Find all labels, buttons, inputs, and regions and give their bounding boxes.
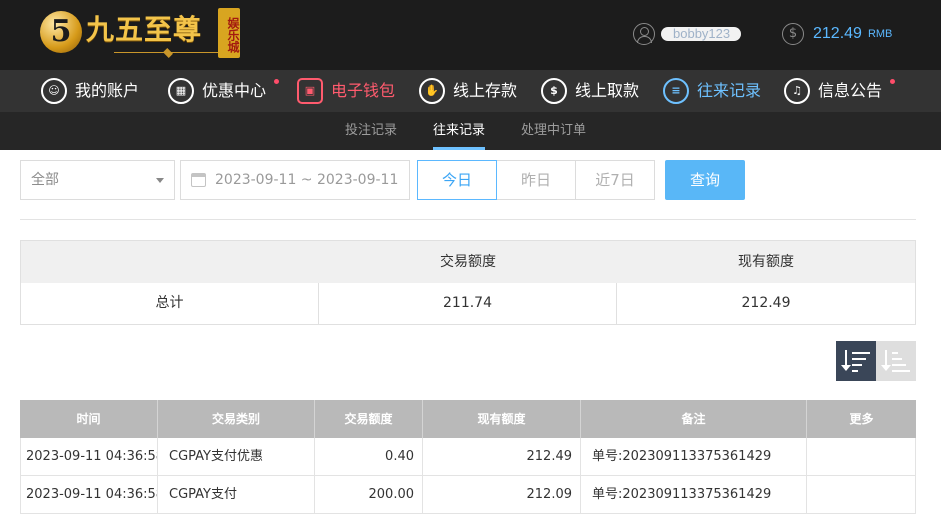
sort-bar <box>892 370 910 372</box>
sort-bar <box>852 370 858 372</box>
sort-bar <box>852 358 866 360</box>
date-range-value: 2023-09-11 ~ 2023-09-11 <box>215 172 399 188</box>
quick-last7days-button[interactable]: 近7日 <box>575 160 655 200</box>
sort-bar <box>852 364 862 366</box>
sort-descending-button[interactable] <box>836 341 876 381</box>
sort-bar <box>892 364 906 366</box>
cell-type: CGPAY支付 <box>158 476 315 513</box>
tab-transaction-records[interactable]: 往来记录 <box>433 112 486 150</box>
notification-dot <box>274 79 279 84</box>
cell-remark: 单号:202309113375361429 <box>581 438 807 475</box>
arrowhead <box>841 365 851 371</box>
wallet-icon: ▣ <box>297 78 323 104</box>
quick-today-button[interactable]: 今日 <box>417 160 497 200</box>
sort-bar <box>852 352 870 354</box>
user-info[interactable]: bobby123 <box>633 22 741 46</box>
logo-ornament <box>114 50 224 56</box>
sub-nav: 投注记录 往来记录 处理中订单 <box>0 112 941 150</box>
cell-remark: 单号:202309113375361429 <box>581 476 807 513</box>
logo-mark: 5 <box>40 11 82 53</box>
cell-amount: 200.00 <box>315 476 423 513</box>
dollar-coin-icon: $ <box>782 23 804 45</box>
summary-cell: 212.49 <box>741 295 791 311</box>
user-icon <box>633 23 655 45</box>
bell-icon: ♫ <box>784 78 810 104</box>
records-icon: ≡ <box>663 78 689 104</box>
summary-cell: 总计 <box>21 283 319 324</box>
balance-currency: RMB <box>867 28 893 40</box>
logo-badge: 娱乐城 <box>218 8 240 58</box>
cell-more[interactable] <box>807 438 915 475</box>
arrowhead <box>881 365 891 371</box>
nav-label: 线上取款 <box>575 81 640 100</box>
transaction-type-select[interactable]: 全部 <box>20 160 175 200</box>
nav-online-deposit[interactable]: ✋ 线上存款 <box>419 76 517 106</box>
col-balance[interactable]: 现有额度 <box>423 400 581 438</box>
top-header: 5 九五至尊 娱乐城 bobby123 $ 212.49 RMB <box>0 0 941 70</box>
nav-label: 优惠中心 <box>202 81 267 100</box>
balance-info: $ 212.49 RMB <box>782 22 892 46</box>
summary-header-cell: 现有额度 <box>738 254 794 270</box>
site-logo[interactable]: 5 九五至尊 娱乐城 <box>40 8 240 60</box>
table-row[interactable]: 2023-09-11 04:36:58 CGPAY支付 200.00 212.0… <box>20 476 916 514</box>
nav-promotions[interactable]: ▦ 优惠中心 <box>168 76 279 106</box>
date-range-picker[interactable]: 2023-09-11 ~ 2023-09-11 <box>180 160 410 200</box>
divider <box>20 219 916 220</box>
cell-more[interactable] <box>807 476 915 513</box>
summary-header-cell: 交易额度 <box>440 254 496 270</box>
col-amount[interactable]: 交易额度 <box>315 400 423 438</box>
sort-bar <box>892 358 902 360</box>
nav-label: 线上存款 <box>453 81 518 100</box>
nav-label: 往来记录 <box>697 81 762 100</box>
sort-bar <box>892 352 898 354</box>
user-icon: ☺ <box>41 78 67 104</box>
summary-table: 交易额度 现有额度 总计 211.74 212.49 <box>20 240 916 325</box>
nav-announcements[interactable]: ♫ 信息公告 <box>784 76 895 106</box>
select-value: 全部 <box>31 172 59 188</box>
col-time[interactable]: 时间 <box>20 400 158 438</box>
nav-e-wallet[interactable]: ▣ 电子钱包 <box>297 76 395 106</box>
col-type[interactable]: 交易类别 <box>158 400 315 438</box>
records-header: 时间 交易类别 交易额度 现有额度 备注 更多 <box>20 400 916 438</box>
col-more[interactable]: 更多 <box>807 400 916 438</box>
withdraw-icon: $ <box>541 78 567 104</box>
col-remark[interactable]: 备注 <box>581 400 807 438</box>
main-nav: ☺ 我的账户 ▦ 优惠中心 ▣ 电子钱包 ✋ 线上存款 $ 线上取款 ≡ 往来记… <box>0 70 941 112</box>
summary-total-row: 总计 211.74 212.49 <box>21 283 915 324</box>
username: bobby123 <box>661 27 741 41</box>
quick-yesterday-button[interactable]: 昨日 <box>496 160 576 200</box>
cell-time: 2023-09-11 04:36:58 <box>21 476 158 513</box>
table-row[interactable]: 2023-09-11 04:36:58 CGPAY支付优惠 0.40 212.4… <box>20 438 916 476</box>
cell-time: 2023-09-11 04:36:58 <box>21 438 158 475</box>
nav-online-withdraw[interactable]: $ 线上取款 <box>541 76 639 106</box>
nav-label: 我的账户 <box>75 81 140 100</box>
gift-icon: ▦ <box>168 78 194 104</box>
summary-header-cell <box>21 241 319 283</box>
cell-type: CGPAY支付优惠 <box>158 438 315 475</box>
nav-label: 信息公告 <box>818 81 883 100</box>
caret-down-icon <box>156 178 164 183</box>
summary-header: 交易额度 现有额度 <box>21 241 915 283</box>
nav-transaction-records[interactable]: ≡ 往来记录 <box>663 76 761 106</box>
deposit-icon: ✋ <box>419 78 445 104</box>
query-button[interactable]: 查询 <box>665 160 745 200</box>
tab-bet-records[interactable]: 投注记录 <box>345 112 397 150</box>
balance-amount: 212.49 <box>813 25 862 42</box>
tab-pending-orders[interactable]: 处理中订单 <box>521 112 586 150</box>
sort-ascending-button[interactable] <box>876 341 916 381</box>
calendar-icon <box>191 173 206 187</box>
notification-dot <box>890 79 895 84</box>
cell-balance: 212.09 <box>423 476 581 513</box>
nav-my-account[interactable]: ☺ 我的账户 <box>41 76 139 106</box>
cell-amount: 0.40 <box>315 438 423 475</box>
nav-label: 电子钱包 <box>331 81 396 100</box>
cell-balance: 212.49 <box>423 438 581 475</box>
summary-cell: 211.74 <box>319 283 617 324</box>
logo-text: 九五至尊 <box>86 13 203 46</box>
